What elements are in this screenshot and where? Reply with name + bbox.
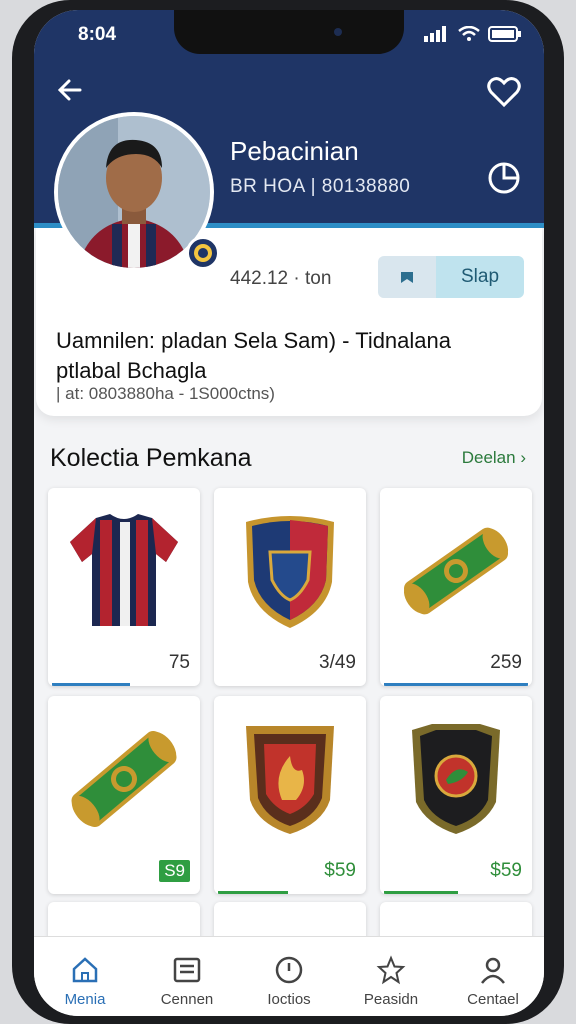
item-price: S9 <box>159 860 190 882</box>
see-all-label: Deelan <box>461 448 516 467</box>
collection-item[interactable]: 3/49 <box>214 488 366 686</box>
roll-card-icon <box>380 496 532 646</box>
item-price: 75 <box>168 652 190 673</box>
profile-subline: BR HOA | 80138880 <box>230 176 411 197</box>
collection-grid: 75 3/49 259 S9 $59 $59 <box>48 488 532 894</box>
status-icons <box>424 26 522 42</box>
profile-name: Pebacinian <box>230 136 359 166</box>
progress-bar <box>218 891 288 894</box>
item-price: $59 <box>324 860 356 881</box>
jersey-icon <box>48 496 200 646</box>
bottom-tab-bar: Menia Cennen Ioctios Peasidn Centael <box>34 936 544 1016</box>
roll-card-icon <box>48 704 200 854</box>
collection-item[interactable]: 259 <box>380 488 532 686</box>
bookmark-icon <box>401 272 413 283</box>
progress-bar <box>384 891 458 894</box>
pie-chart-icon <box>488 162 520 194</box>
home-icon <box>72 957 98 983</box>
device-frame: 8:04 Pebacinian BR HOA | 80138880 442.12… <box>0 0 576 1024</box>
favorite-button[interactable] <box>484 72 524 112</box>
collection-item[interactable]: $59 <box>214 696 366 894</box>
wifi-icon <box>458 26 480 41</box>
tab-label: Peasidn <box>363 991 419 1008</box>
back-button[interactable] <box>52 72 88 108</box>
profile-bio: Uamnilen: pladan Sela Sam) - Tidnalana p… <box>56 328 452 383</box>
tab-label: Ioctios <box>267 991 311 1008</box>
status-time: 8:04 <box>78 24 117 45</box>
bookmark-button[interactable] <box>378 256 436 298</box>
shield-badge-icon <box>214 496 366 646</box>
profile-meta: | at: 0803880ha - 1S000ctns) <box>56 384 275 403</box>
item-price: 259 <box>490 652 522 673</box>
collection-item[interactable]: $59 <box>380 696 532 894</box>
slap-button[interactable]: Slap <box>436 256 524 298</box>
club-badge-icon <box>186 236 220 270</box>
battery-icon <box>488 26 521 42</box>
clock-icon <box>275 956 303 984</box>
tab-clock[interactable]: Ioctios <box>244 955 334 1016</box>
dark-badge-icon <box>380 704 532 854</box>
list-icon <box>173 957 201 983</box>
signal-icon <box>424 26 446 42</box>
tab-list[interactable]: Cennen <box>142 955 232 1016</box>
app-screen: 8:04 Pebacinian BR HOA | 80138880 442.12… <box>34 10 544 1016</box>
progress-bar <box>52 683 130 686</box>
tab-star[interactable]: Peasidn <box>346 955 436 1016</box>
front-camera <box>334 28 342 36</box>
tab-label: Cennen <box>160 991 214 1008</box>
item-price: $59 <box>490 860 522 881</box>
heart-icon <box>487 77 521 108</box>
tab-home[interactable]: Menia <box>40 955 130 1016</box>
tab-label: Menia <box>64 991 106 1008</box>
collection-item[interactable]: 75 <box>48 488 200 686</box>
profile-stat: 442.12 · ton <box>230 268 332 289</box>
see-all-link[interactable]: Deelan › <box>462 448 526 468</box>
progress-bar <box>384 683 528 686</box>
notch <box>174 10 404 54</box>
chevron-right-icon: › <box>520 448 526 467</box>
collection-title: Kolectia Pemkana <box>50 444 252 472</box>
action-group: Slap <box>378 256 524 298</box>
collection-item[interactable]: S9 <box>48 696 200 894</box>
item-price: 3/49 <box>319 652 356 673</box>
stats-button[interactable] <box>484 158 524 198</box>
star-icon <box>376 955 406 985</box>
user-icon <box>481 957 505 984</box>
arrow-left-icon <box>57 79 82 101</box>
tab-profile[interactable]: Centael <box>448 955 538 1016</box>
fire-badge-icon <box>214 704 366 854</box>
tab-label: Centael <box>467 991 519 1008</box>
